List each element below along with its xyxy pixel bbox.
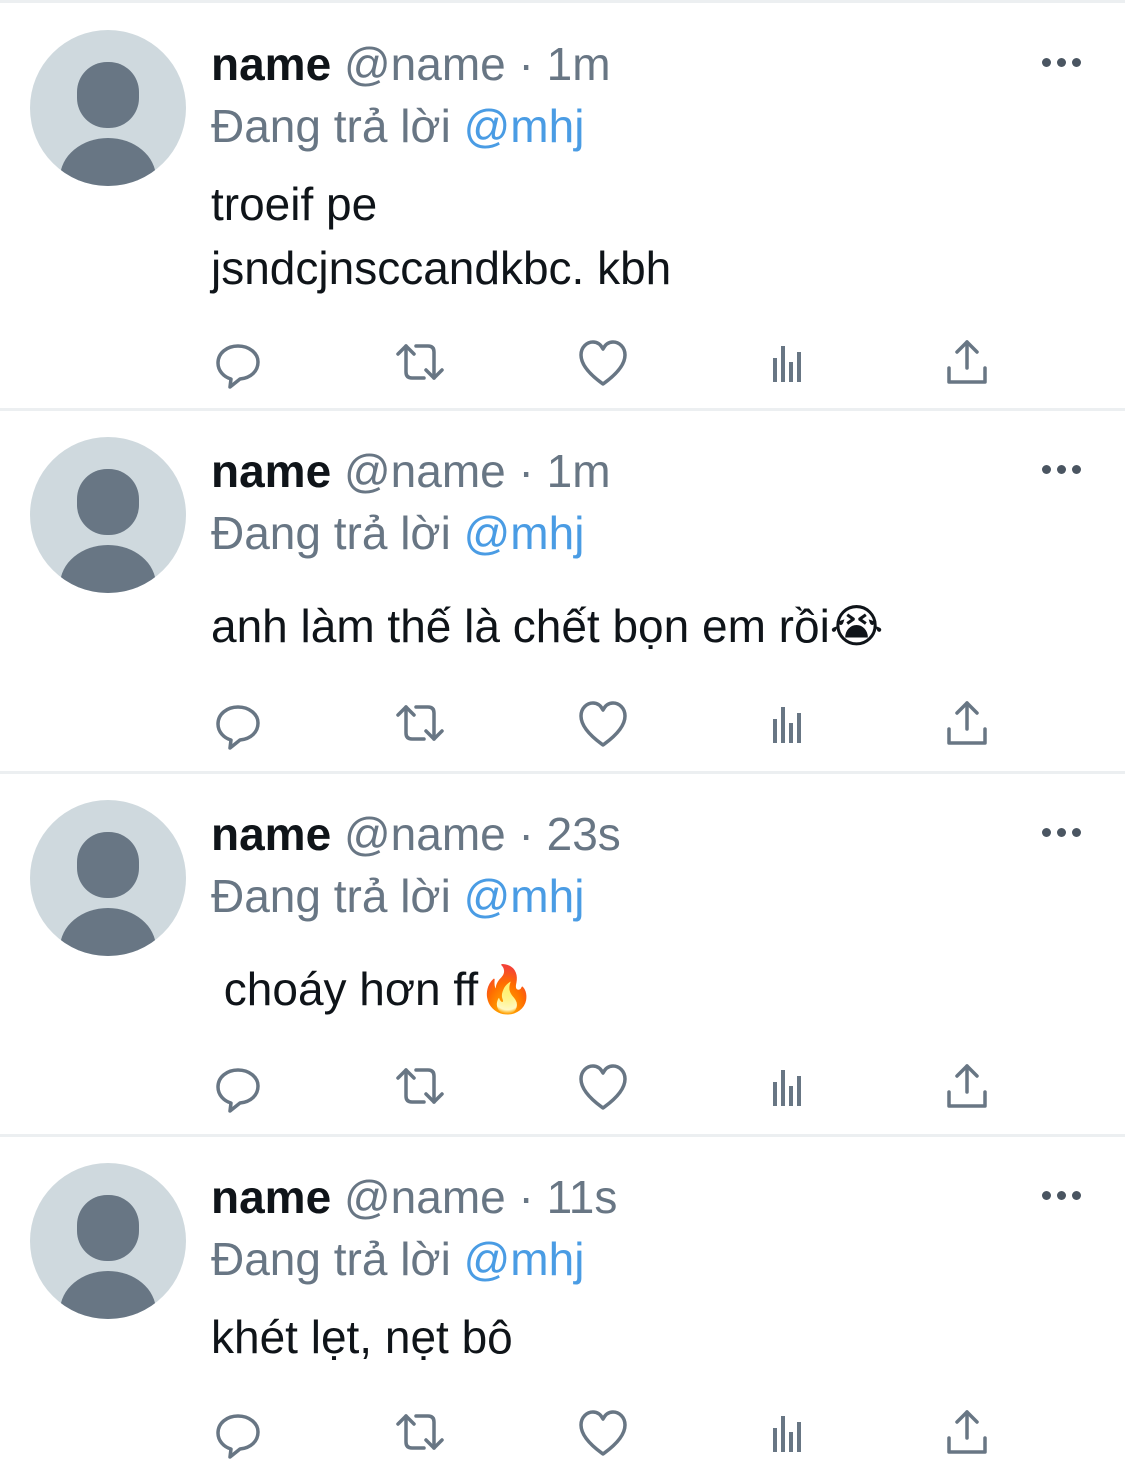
tweet-text: choáy hơn ff🔥 bbox=[211, 963, 536, 1015]
reply-icon[interactable] bbox=[208, 693, 268, 753]
retweet-icon[interactable] bbox=[390, 693, 450, 753]
analytics-icon[interactable] bbox=[756, 332, 816, 392]
action-bar bbox=[0, 1402, 1125, 1462]
timestamp[interactable]: 23s bbox=[547, 808, 621, 860]
more-options-icon[interactable] bbox=[1042, 52, 1082, 72]
display-name[interactable]: name bbox=[211, 808, 331, 860]
tweet[interactable]: name @name · 1m Đang trả lời @mhj anh là… bbox=[0, 437, 1125, 772]
tweet[interactable]: name @name · 23s Đang trả lời @mhj choáy… bbox=[0, 800, 1125, 1135]
reply-context: Đang trả lời @mhj bbox=[211, 505, 584, 561]
reply-prefix: Đang trả lời bbox=[211, 1233, 451, 1285]
tweet-text: troeif pe jsndcjnsccandkbc. kbh bbox=[211, 178, 672, 294]
reply-icon[interactable] bbox=[208, 332, 268, 392]
divider bbox=[0, 0, 1125, 3]
analytics-icon[interactable] bbox=[756, 1402, 816, 1462]
user-handle[interactable]: @name bbox=[344, 445, 506, 497]
reply-context: Đang trả lời @mhj bbox=[211, 1231, 584, 1287]
avatar[interactable] bbox=[30, 800, 186, 956]
reply-mention[interactable]: @mhj bbox=[464, 507, 585, 559]
more-options-icon[interactable] bbox=[1042, 822, 1082, 842]
user-handle[interactable]: @name bbox=[344, 808, 506, 860]
reply-icon[interactable] bbox=[208, 1056, 268, 1116]
retweet-icon[interactable] bbox=[390, 1056, 450, 1116]
avatar[interactable] bbox=[30, 30, 186, 186]
analytics-icon[interactable] bbox=[756, 1056, 816, 1116]
reply-mention[interactable]: @mhj bbox=[464, 1233, 585, 1285]
reply-prefix: Đang trả lời bbox=[211, 870, 451, 922]
action-bar bbox=[0, 693, 1125, 753]
display-name[interactable]: name bbox=[211, 38, 331, 90]
share-icon[interactable] bbox=[937, 693, 997, 753]
reply-context: Đang trả lời @mhj bbox=[211, 98, 584, 154]
avatar[interactable] bbox=[30, 1163, 186, 1319]
analytics-icon[interactable] bbox=[756, 693, 816, 753]
retweet-icon[interactable] bbox=[390, 332, 450, 392]
retweet-icon[interactable] bbox=[390, 1402, 450, 1462]
action-bar bbox=[0, 332, 1125, 392]
more-options-icon[interactable] bbox=[1042, 459, 1082, 479]
separator: · bbox=[518, 808, 534, 860]
share-icon[interactable] bbox=[937, 332, 997, 392]
divider bbox=[0, 771, 1125, 774]
tweet-header: name @name · 23s bbox=[211, 806, 621, 862]
timestamp[interactable]: 1m bbox=[547, 38, 611, 90]
share-icon[interactable] bbox=[937, 1056, 997, 1116]
display-name[interactable]: name bbox=[211, 445, 331, 497]
tweet-header: name @name · 1m bbox=[211, 36, 611, 92]
timestamp[interactable]: 11s bbox=[547, 1171, 618, 1223]
divider bbox=[0, 408, 1125, 411]
separator: · bbox=[518, 38, 534, 90]
user-handle[interactable]: @name bbox=[344, 38, 506, 90]
tweet-feed: name @name · 1m Đang trả lời @mhj troeif… bbox=[0, 0, 1125, 1477]
reply-prefix: Đang trả lời bbox=[211, 100, 451, 152]
avatar[interactable] bbox=[30, 437, 186, 593]
share-icon[interactable] bbox=[937, 1402, 997, 1462]
tweet-header: name @name · 1m bbox=[211, 443, 611, 499]
reply-icon[interactable] bbox=[208, 1402, 268, 1462]
tweet-header: name @name · 11s bbox=[211, 1169, 617, 1225]
tweet-text: anh làm thế là chết bọn em rồi😭 bbox=[211, 600, 884, 652]
action-bar bbox=[0, 1056, 1125, 1116]
reply-prefix: Đang trả lời bbox=[211, 507, 451, 559]
reply-mention[interactable]: @mhj bbox=[464, 100, 585, 152]
more-options-icon[interactable] bbox=[1042, 1185, 1082, 1205]
like-icon[interactable] bbox=[573, 1402, 633, 1462]
separator: · bbox=[518, 445, 534, 497]
display-name[interactable]: name bbox=[211, 1171, 331, 1223]
tweet-text: khét lẹt, nẹt bô bbox=[211, 1311, 513, 1363]
reply-context: Đang trả lời @mhj bbox=[211, 868, 584, 924]
like-icon[interactable] bbox=[573, 1056, 633, 1116]
reply-mention[interactable]: @mhj bbox=[464, 870, 585, 922]
timestamp[interactable]: 1m bbox=[547, 445, 611, 497]
divider bbox=[0, 1134, 1125, 1137]
tweet[interactable]: name @name · 1m Đang trả lời @mhj troeif… bbox=[0, 30, 1125, 410]
separator: · bbox=[518, 1171, 534, 1223]
user-handle[interactable]: @name bbox=[344, 1171, 506, 1223]
like-icon[interactable] bbox=[573, 332, 633, 392]
tweet[interactable]: name @name · 11s Đang trả lời @mhj khét … bbox=[0, 1163, 1125, 1477]
like-icon[interactable] bbox=[573, 693, 633, 753]
